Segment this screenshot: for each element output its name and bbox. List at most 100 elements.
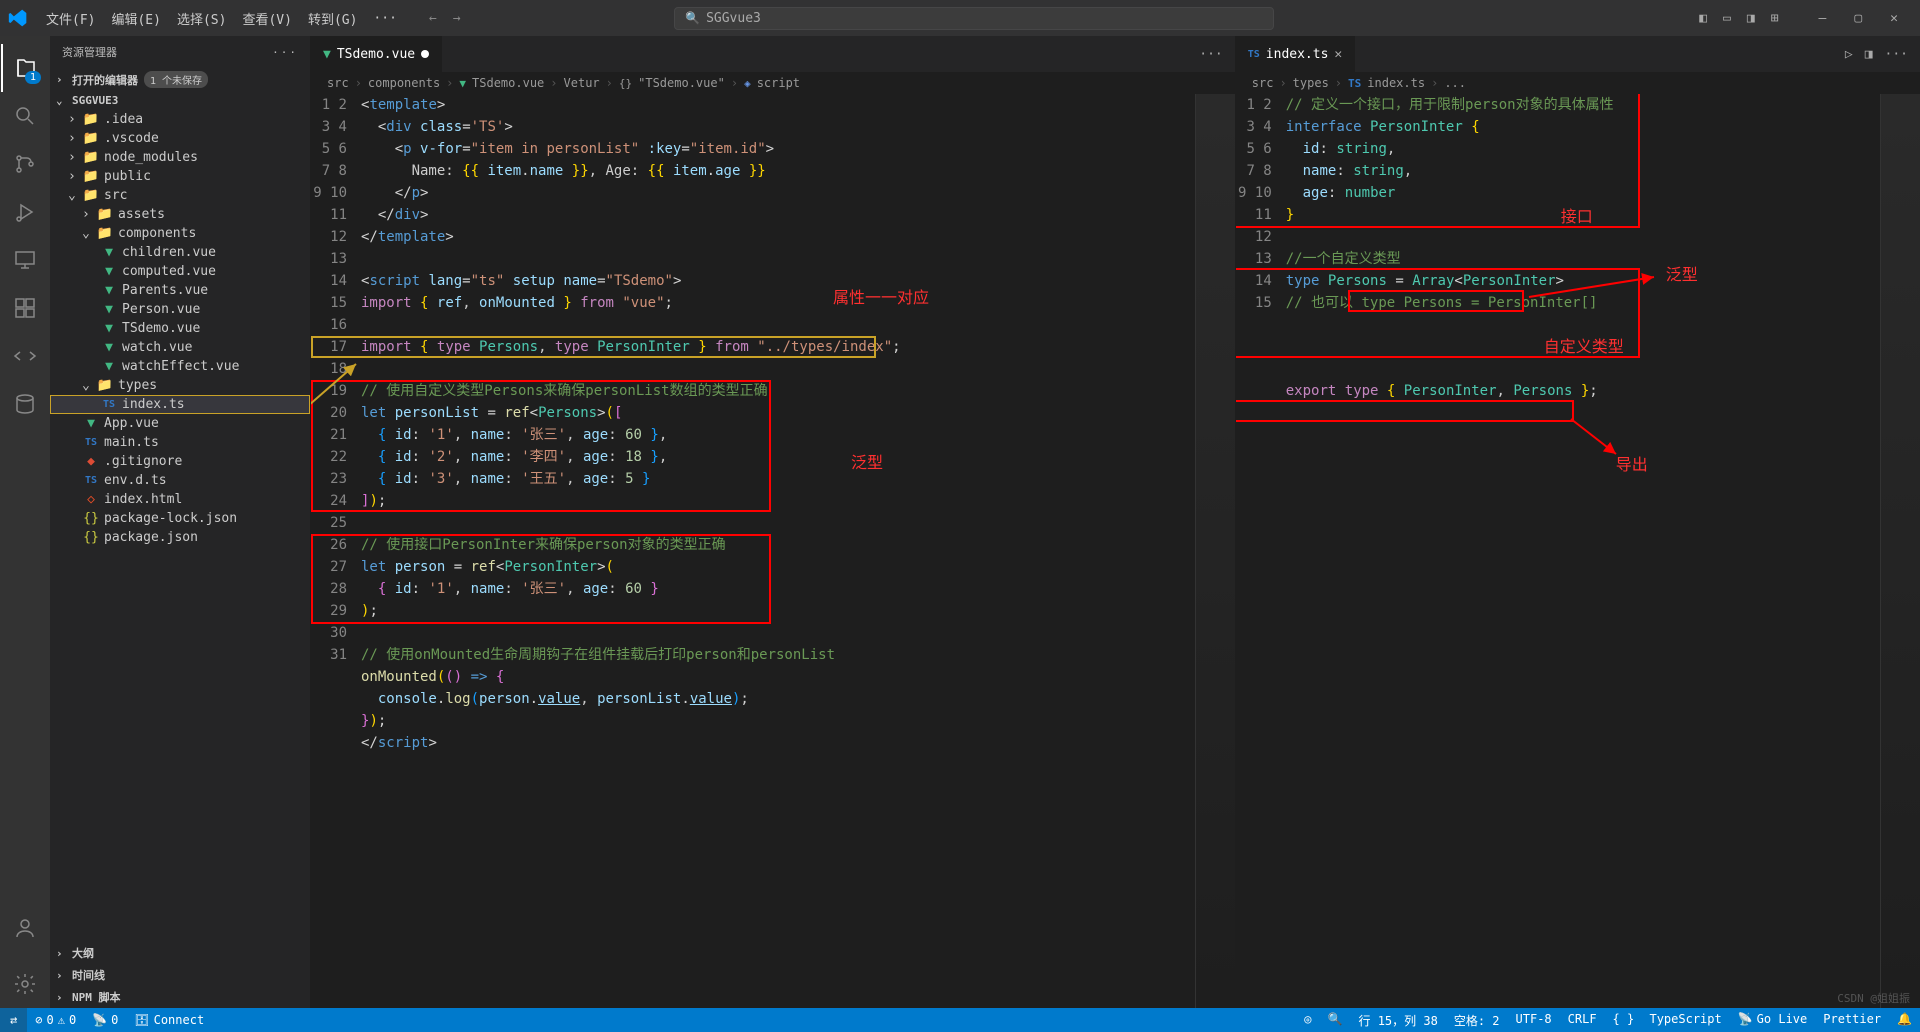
activity-search[interactable] — [1, 92, 49, 140]
activity-extensions[interactable] — [1, 284, 49, 332]
activity-git[interactable] — [1, 140, 49, 188]
activity-explorer[interactable]: 1 — [1, 44, 49, 92]
editor-left: ▼ TSdemo.vue ··· src› components› ▼TSdem… — [310, 36, 1235, 1008]
layout-primary-icon[interactable]: ◧ — [1693, 7, 1713, 30]
breadcrumbs-left[interactable]: src› components› ▼TSdemo.vue› Vetur› {}"… — [311, 72, 1235, 94]
more-actions-icon[interactable]: ··· — [1885, 47, 1908, 62]
file-person[interactable]: ▼Person.vue — [50, 300, 310, 319]
file-pkglock[interactable]: {}package-lock.json — [50, 509, 310, 528]
unsaved-badge: 1 个未保存 — [144, 71, 208, 88]
status-notif[interactable]: 🔔 — [1889, 1012, 1920, 1026]
status-lang[interactable]: { } TypeScript — [1605, 1012, 1730, 1026]
menu-select[interactable]: 选择(S) — [169, 5, 234, 32]
folder-public[interactable]: ›📁public — [50, 167, 310, 186]
more-actions-icon[interactable]: ··· — [1199, 47, 1222, 62]
file-indexhtml[interactable]: ◇index.html — [50, 490, 310, 509]
layout-panel-icon[interactable]: ▭ — [1717, 7, 1737, 30]
activity-remote2[interactable] — [1, 332, 49, 380]
tab-actions-right: ▷ ◨ ··· — [1833, 47, 1920, 62]
activity-account[interactable] — [1, 904, 49, 952]
remote-button[interactable]: ⇄ — [0, 1008, 27, 1032]
section-project[interactable]: ⌄ SGGVUE3 — [50, 91, 310, 110]
status-connect[interactable]: 🗄Connect — [126, 1008, 212, 1032]
status-cursor[interactable]: 行 15，列 38 — [1350, 1012, 1445, 1029]
minimap-left[interactable] — [1195, 94, 1235, 1008]
vscode-logo-icon — [8, 8, 28, 28]
status-prettier[interactable]: Prettier — [1815, 1012, 1889, 1026]
nav-back-icon[interactable]: ← — [425, 7, 441, 30]
section-outline[interactable]: ›大纲 — [50, 942, 310, 964]
section-open-editors[interactable]: › 打开的编辑器 1 个未保存 — [50, 68, 310, 91]
layout-customize-icon[interactable]: ⊞ — [1765, 7, 1785, 30]
folder-components[interactable]: ⌄📁components — [50, 224, 310, 243]
window-controls: — ▢ ✕ — [1805, 5, 1912, 32]
tab-close-icon[interactable]: ✕ — [1334, 47, 1342, 62]
layout-controls: ◧ ▭ ◨ ⊞ — [1693, 7, 1784, 30]
folder-idea[interactable]: ›📁.idea — [50, 110, 310, 129]
target-icon: ◎ — [1304, 1012, 1311, 1026]
folder-assets[interactable]: ›📁assets — [50, 205, 310, 224]
menu-edit[interactable]: 编辑(E) — [103, 5, 168, 32]
folder-types[interactable]: ⌄📁types — [50, 376, 310, 395]
activity-remote[interactable] — [1, 236, 49, 284]
file-maints[interactable]: TSmain.ts — [50, 433, 310, 452]
split-editor-icon[interactable]: ◨ — [1865, 47, 1873, 62]
file-tsdemo[interactable]: ▼TSdemo.vue — [50, 319, 310, 338]
status-radio[interactable]: 📡0 — [84, 1008, 126, 1032]
file-watch[interactable]: ▼watch.vue — [50, 338, 310, 357]
tab-tsdemo[interactable]: ▼ TSdemo.vue — [311, 36, 442, 72]
section-npm[interactable]: ›NPM 脚本 — [50, 986, 310, 1008]
run-icon[interactable]: ▷ — [1845, 47, 1853, 62]
menu-file[interactable]: 文件(F) — [38, 5, 103, 32]
status-zoom[interactable]: ◎ — [1296, 1012, 1319, 1026]
close-icon[interactable]: ✕ — [1876, 5, 1912, 32]
status-spaces[interactable]: 空格: 2 — [1446, 1012, 1508, 1029]
breadcrumbs-right[interactable]: src› types› TSindex.ts› ... — [1236, 72, 1920, 94]
code-editor-left[interactable]: 1 2 3 4 5 6 7 8 9 10 11 12 13 14 15 16 1… — [311, 94, 1235, 1008]
file-indexts[interactable]: TSindex.ts — [50, 395, 310, 414]
minimize-icon[interactable]: — — [1805, 5, 1841, 32]
activity-db[interactable] — [1, 380, 49, 428]
maximize-icon[interactable]: ▢ — [1840, 5, 1876, 32]
status-eol[interactable]: CRLF — [1560, 1012, 1605, 1026]
error-icon: ⊘ — [35, 1013, 42, 1027]
status-golive[interactable]: 📡Go Live — [1730, 1012, 1816, 1026]
folder-node-modules[interactable]: ›📁node_modules — [50, 148, 310, 167]
status-encoding[interactable]: UTF-8 — [1508, 1012, 1560, 1026]
nav-forward-icon[interactable]: → — [449, 7, 465, 30]
db-icon: 🗄 — [134, 1013, 149, 1027]
section-timeline[interactable]: ›时间线 — [50, 964, 310, 986]
activity-bar: 1 — [0, 36, 50, 1008]
gutter: 1 2 3 4 5 6 7 8 9 10 11 12 13 14 15 16 1… — [311, 94, 361, 1008]
file-pkg[interactable]: {}package.json — [50, 528, 310, 547]
explorer-badge: 1 — [25, 71, 41, 84]
activity-settings[interactable] — [1, 960, 49, 1008]
search-text: SGGvue3 — [706, 11, 761, 26]
file-watcheffect[interactable]: ▼watchEffect.vue — [50, 357, 310, 376]
minimap-right[interactable] — [1880, 94, 1920, 1008]
file-envdts[interactable]: TSenv.d.ts — [50, 471, 310, 490]
status-zoom2[interactable]: 🔍 — [1320, 1012, 1351, 1026]
folder-src[interactable]: ⌄📁src — [50, 186, 310, 205]
status-problems[interactable]: ⊘0 ⚠0 — [27, 1008, 84, 1032]
command-search[interactable]: 🔍 SGGvue3 — [674, 7, 1274, 30]
ts-icon: TS — [1248, 49, 1260, 60]
file-tree: ›📁.idea ›📁.vscode ›📁node_modules ›📁publi… — [50, 110, 310, 942]
file-children[interactable]: ▼children.vue — [50, 243, 310, 262]
file-gitignore[interactable]: ◆.gitignore — [50, 452, 310, 471]
menu-more[interactable]: ··· — [365, 7, 404, 30]
file-parents[interactable]: ▼Parents.vue — [50, 281, 310, 300]
code-editor-right[interactable]: 1 2 3 4 5 6 7 8 9 10 11 12 13 14 15 // 定… — [1236, 94, 1920, 1008]
chevron-right-icon: › — [56, 73, 68, 86]
annotation-generic2: 泛型 — [1666, 264, 1698, 286]
activity-debug[interactable] — [1, 188, 49, 236]
file-computed[interactable]: ▼computed.vue — [50, 262, 310, 281]
menu-view[interactable]: 查看(V) — [234, 5, 299, 32]
layout-secondary-icon[interactable]: ◨ — [1741, 7, 1761, 30]
folder-vscode[interactable]: ›📁.vscode — [50, 129, 310, 148]
tab-indexts[interactable]: TS index.ts ✕ — [1236, 36, 1356, 72]
sidebar-more-icon[interactable]: ··· — [272, 46, 298, 59]
nav-arrows: ← → — [425, 7, 465, 30]
menu-goto[interactable]: 转到(G) — [300, 5, 365, 32]
file-app[interactable]: ▼App.vue — [50, 414, 310, 433]
